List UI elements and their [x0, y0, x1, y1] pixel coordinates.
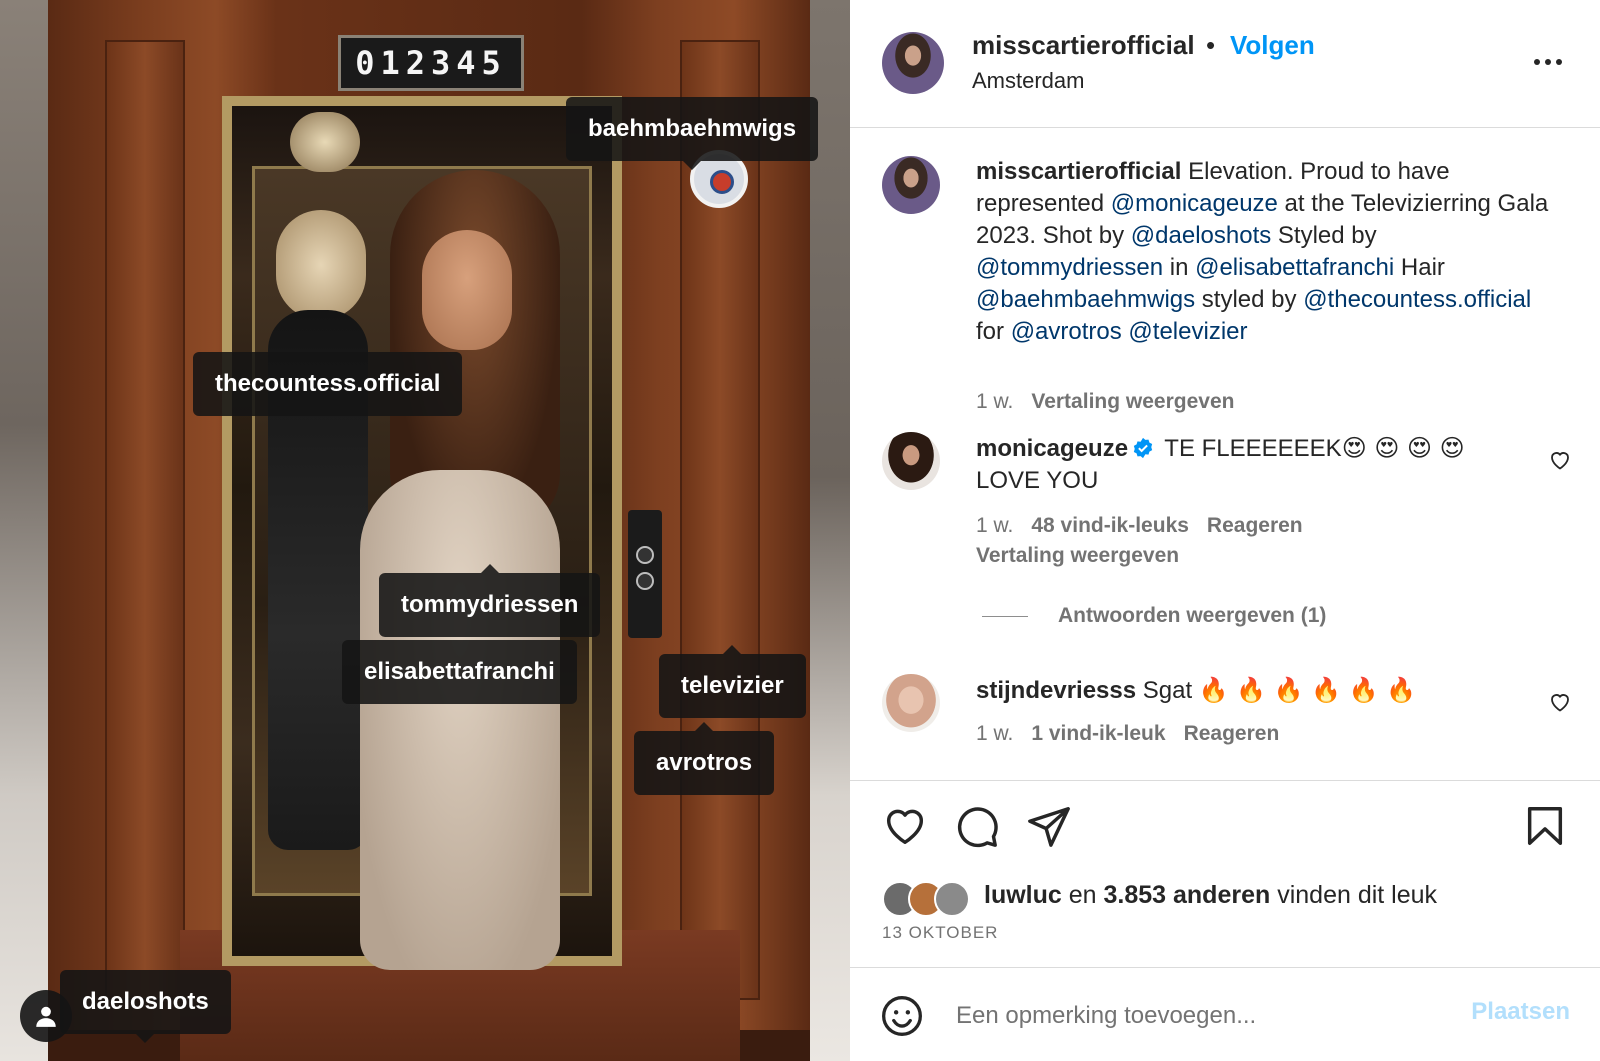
mention-link[interactable]: @elisabettafranchi — [1195, 254, 1394, 281]
header-separator: • — [1206, 30, 1216, 60]
caption-username[interactable]: misscartierofficial — [976, 158, 1181, 185]
photo-tag-baehmbaehmwigs[interactable]: baehmbaehmwigs — [566, 97, 819, 170]
post-photo[interactable]: 012345 baehmbaehmwigs thecountess.offici… — [0, 0, 850, 1061]
heart-icon[interactable] — [882, 803, 928, 849]
comment-avatar[interactable] — [882, 432, 940, 490]
comment-input[interactable] — [956, 994, 1436, 1038]
comment-avatar[interactable] — [882, 674, 940, 732]
comment-time[interactable]: 1 w. — [976, 722, 1013, 745]
caption-avatar[interactable] — [882, 156, 940, 214]
comment-text: stijndevriesss Sgat 🔥 🔥 🔥 🔥 🔥 🔥 — [976, 674, 1556, 707]
comment-text: monicageuze TE FLEEEEEEK😍 😍 😍 😍 LOVE YOU — [976, 432, 1556, 497]
caption-meta: 1 w. Vertaling weergeven — [976, 390, 1252, 414]
author-avatar[interactable] — [882, 32, 944, 94]
comments-list[interactable]: misscartierofficial Elevation. Proud to … — [850, 128, 1600, 780]
post-date[interactable]: 13 OKTOBER — [882, 923, 998, 943]
mention-link[interactable]: @avrotros — [1011, 318, 1122, 345]
call-button-down — [636, 572, 654, 590]
comment-likes-count[interactable]: 1 vind-ik-leuk — [1031, 722, 1165, 745]
photo-tag-thecountess[interactable]: thecountess.official — [193, 352, 463, 416]
photo-tag-daeloshots[interactable]: daeloshots — [60, 970, 231, 1043]
view-replies-button[interactable]: Antwoorden weergeven (1) — [982, 604, 1326, 628]
elevator-call-panel — [628, 510, 662, 638]
comment-meta: 1 w. 1 vind-ik-leuk Reageren — [976, 722, 1297, 746]
more-dot — [1545, 59, 1551, 65]
more-options-icon[interactable] — [1534, 50, 1570, 74]
comment-emojis: 🔥 🔥 🔥 🔥 🔥 🔥 — [1198, 676, 1417, 704]
mention-link[interactable]: @monicageuze — [1111, 190, 1278, 217]
likers-avatars[interactable] — [882, 881, 978, 917]
comment-meta: 1 w. 48 vind-ik-leuks Reageren — [976, 514, 1321, 538]
mention-link[interactable]: @baehmbaehmwigs — [976, 286, 1195, 313]
more-dot — [1556, 59, 1562, 65]
caption-segment: for — [976, 318, 1011, 345]
figure-main-dress — [360, 470, 560, 970]
comment-body: Sgat — [1136, 677, 1199, 704]
comment-username[interactable]: stijndevriesss — [976, 677, 1136, 704]
paper-plane-icon[interactable] — [1026, 803, 1072, 849]
verified-badge-icon — [1133, 437, 1153, 459]
likes-suffix: vinden dit leuk — [1270, 881, 1438, 909]
mention-link[interactable]: @tommydriessen — [976, 254, 1163, 281]
comment-reply-button[interactable]: Reageren — [1184, 722, 1280, 745]
comment-body-line2: LOVE YOU — [976, 467, 1099, 494]
marble-wall-left — [0, 0, 48, 1061]
call-button-up — [636, 546, 654, 564]
wood-panel-left — [105, 40, 185, 1000]
photo-tag-elisabettafranchi[interactable]: elisabettafranchi — [342, 640, 577, 704]
caption-segment: Hair — [1394, 254, 1445, 281]
follow-button[interactable]: Volgen — [1230, 30, 1315, 61]
post-details-panel: misscartierofficial • Volgen Amsterdam m… — [850, 0, 1600, 1061]
comment-bubble-icon[interactable] — [954, 803, 1000, 849]
floor-indicator: 012345 — [338, 35, 524, 91]
smiley-icon[interactable] — [880, 994, 924, 1038]
photo-tag-avrotros[interactable]: avrotros — [634, 722, 775, 795]
person-icon — [36, 1006, 56, 1027]
first-liker[interactable]: luwluc — [984, 881, 1062, 909]
comment-like-heart-icon[interactable] — [1548, 448, 1572, 472]
comment-translate: Vertaling weergeven — [976, 544, 1197, 568]
comment-translate-button[interactable]: Vertaling weergeven — [976, 544, 1179, 567]
author-username[interactable]: misscartierofficial — [972, 30, 1195, 61]
bookmark-icon[interactable] — [1522, 803, 1568, 849]
likes-others-count[interactable]: 3.853 anderen — [1104, 881, 1271, 909]
comment-like-heart-icon[interactable] — [1548, 690, 1572, 714]
comment-reply-button[interactable]: Reageren — [1207, 514, 1303, 537]
add-comment-bar: Plaatsen — [850, 968, 1600, 1061]
more-dot — [1534, 59, 1540, 65]
figure-main-face — [422, 230, 512, 350]
post-location[interactable]: Amsterdam — [972, 68, 1084, 94]
caption-segment: in — [1163, 254, 1196, 281]
comment-time[interactable]: 1 w. — [976, 514, 1013, 537]
caption-segment: styled by — [1195, 286, 1304, 313]
post-actions: luwluc en 3.853 anderen vinden dit leuk … — [850, 780, 1600, 968]
post-header: misscartierofficial • Volgen Amsterdam — [850, 0, 1600, 128]
liker-avatar — [934, 881, 970, 917]
comment-body: TE FLEEEEEEK — [1158, 435, 1342, 462]
caption-segment: Styled by — [1271, 222, 1377, 249]
mention-link[interactable]: @daeloshots — [1131, 222, 1271, 249]
mention-link[interactable]: @televizier — [1128, 318, 1247, 345]
post-comment-button[interactable]: Plaatsen — [1471, 998, 1570, 1026]
caption-translate-button[interactable]: Vertaling weergeven — [1031, 390, 1234, 413]
caption-time[interactable]: 1 w. — [976, 390, 1013, 413]
likes-summary: luwluc en 3.853 anderen vinden dit leuk — [984, 881, 1437, 910]
photo-tag-tommydriessen[interactable]: tommydriessen — [379, 564, 601, 637]
reflection-figure — [290, 112, 360, 172]
photo-tag-televizier[interactable]: televizier — [659, 645, 806, 718]
comment-emojis: 😍 😍 😍 😍 — [1341, 434, 1465, 462]
comment-username[interactable]: monicageuze — [976, 435, 1128, 462]
caption-text: misscartierofficial Elevation. Proud to … — [976, 156, 1556, 348]
comment-likes-count[interactable]: 48 vind-ik-leuks — [1031, 514, 1189, 537]
user-tags-button[interactable] — [20, 990, 72, 1042]
mention-link[interactable]: @thecountess.official — [1303, 286, 1531, 313]
likes-connector: en — [1061, 881, 1104, 909]
